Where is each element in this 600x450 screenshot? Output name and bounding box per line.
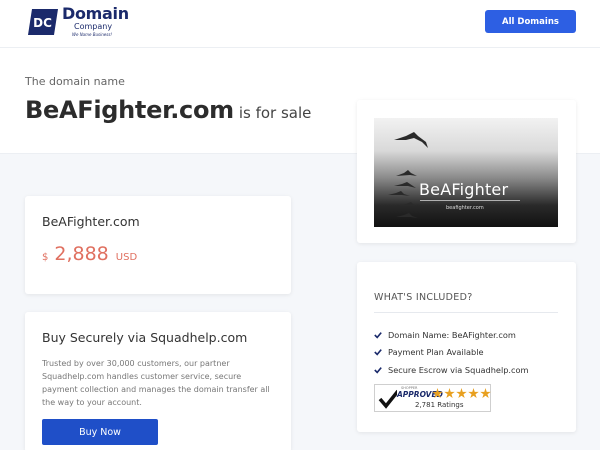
star-icon (456, 388, 467, 399)
shopper-approved-badge[interactable]: SHOPPER APPROVED 2,781 Ratings (374, 384, 491, 412)
ratings-count: 2,781 Ratings (415, 401, 464, 409)
currency-code: USD (115, 252, 138, 263)
currency-symbol: $ (42, 252, 49, 263)
preview-brand-text: BeAFighter (419, 180, 509, 199)
logo-badge-text: DC (33, 16, 52, 30)
hero-intro-text: The domain name (25, 75, 125, 88)
domain-company-logo[interactable]: DC Domain Company We Name Business! (28, 6, 129, 37)
included-list: Domain Name: BeAFighter.com Payment Plan… (374, 326, 529, 379)
buy-securely-card: Buy Securely via Squadhelp.com Trusted b… (25, 312, 291, 450)
preview-underline (420, 200, 520, 201)
whats-included-card: WHAT'S INCLUDED? Domain Name: BeAFighter… (357, 262, 576, 432)
star-icon (432, 388, 443, 399)
star-icon (480, 388, 491, 399)
logo-domain-text: Domain (62, 4, 129, 23)
included-item-domain: Domain Name: BeAFighter.com (374, 326, 529, 344)
included-divider (374, 312, 558, 313)
check-icon (374, 366, 382, 374)
site-header: DC Domain Company We Name Business! All … (0, 0, 600, 48)
logo-company-text: Company (74, 22, 113, 31)
check-icon (374, 349, 382, 356)
included-item-payment-plan: Payment Plan Available (374, 344, 529, 362)
buy-title: Buy Securely via Squadhelp.com (42, 330, 248, 345)
domain-name-heading: BeAFighter.com (25, 96, 234, 124)
dc-badge-icon: DC (28, 8, 58, 35)
included-item-label: Secure Escrow via Squadhelp.com (388, 364, 529, 375)
domain-preview-card: BeAFighter beafighter.com (357, 100, 576, 243)
all-domains-button[interactable]: All Domains (485, 10, 576, 33)
price-row: $ 2,888 USD (42, 243, 137, 265)
price-card: BeAFighter.com $ 2,888 USD (25, 196, 291, 294)
logo-tagline: We Name Business! (72, 32, 113, 37)
domain-preview-image: BeAFighter beafighter.com (374, 118, 558, 227)
included-item-escrow: Secure Escrow via Squadhelp.com (374, 361, 529, 379)
buy-now-button[interactable]: Buy Now (42, 419, 158, 445)
preview-url-text: beafighter.com (446, 205, 484, 211)
included-item-label: Domain Name: BeAFighter.com (388, 329, 516, 340)
star-icon (468, 388, 479, 399)
hero-title: BeAFighter.com is for sale (25, 96, 311, 124)
star-rating (432, 388, 492, 399)
star-icon (444, 388, 455, 399)
price-amount: 2,888 (54, 243, 109, 265)
included-title: WHAT'S INCLUDED? (374, 292, 473, 303)
price-domain-name: BeAFighter.com (42, 214, 140, 229)
buy-description: Trusted by over 30,000 customers, our pa… (42, 359, 270, 407)
for-sale-text: is for sale (238, 104, 312, 122)
check-icon (374, 331, 382, 339)
included-item-label: Payment Plan Available (388, 347, 484, 358)
